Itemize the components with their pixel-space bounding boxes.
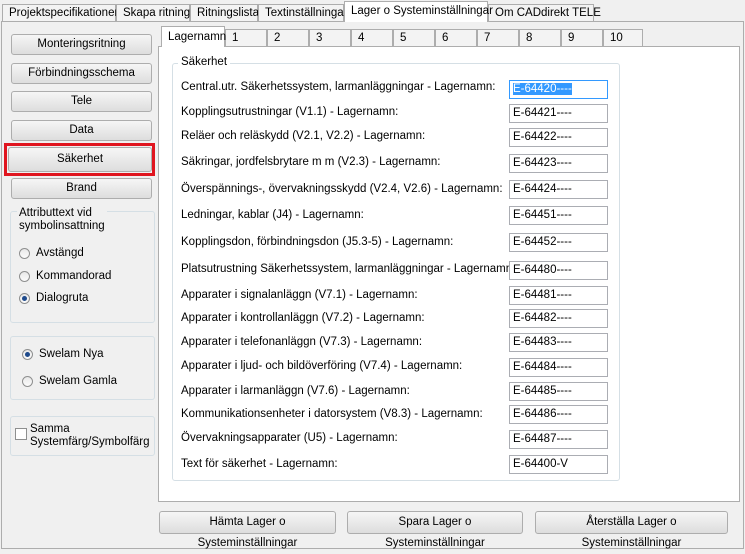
radio-dialogruta-circle[interactable] <box>19 292 30 304</box>
layer-name-value: E-64420---- <box>513 83 572 95</box>
row-label: Kommunikationsenheter i datorsystem (V8.… <box>181 408 483 420</box>
samma-systemfarg-checkbox-box[interactable] <box>15 428 27 440</box>
main-tab-bar: Projektspecifikationer Skapa ritning Rit… <box>0 0 745 22</box>
radio-avstangd-label: Avstängd <box>36 247 84 259</box>
forbindningsschema-button[interactable]: Förbindningsschema <box>11 63 152 84</box>
samma-systemfarg-checkbox[interactable] <box>15 428 27 440</box>
layer-name-input[interactable]: E-64482---- <box>509 309 608 328</box>
tab-ritningslista[interactable]: Ritningslista <box>190 4 259 21</box>
tele-button[interactable]: Tele <box>11 91 152 112</box>
layer-name-input[interactable]: E-64421---- <box>509 104 608 123</box>
row-label: Apparater i telefonanläggn (V7.3) - Lage… <box>181 336 423 348</box>
radio-dialogruta[interactable]: Dialogruta <box>19 292 88 304</box>
radio-swelam-nya-label: Swelam Nya <box>39 348 104 360</box>
monteringsritning-button[interactable]: Monteringsritning <box>11 34 152 55</box>
brand-button[interactable]: Brand <box>11 178 152 199</box>
layer-name-input[interactable]: E-64400-V <box>509 455 608 474</box>
tab-projektspecifikationer[interactable]: Projektspecifikationer <box>2 4 118 21</box>
inner-tab-7[interactable]: 7 <box>477 29 519 46</box>
layer-name-input[interactable]: E-64452---- <box>509 233 608 252</box>
layer-name-input[interactable]: E-64486---- <box>509 405 608 424</box>
layer-name-input[interactable]: E-64487---- <box>509 430 608 449</box>
tab-textinstallningar[interactable]: Textinställningar <box>258 4 347 21</box>
layer-name-input[interactable]: E-64485---- <box>509 382 608 401</box>
inner-tab-9[interactable]: 9 <box>561 29 603 46</box>
row-label: Ledningar, kablar (J4) - Lagernamn: <box>181 209 364 221</box>
row-label: Säkringar, jordfelsbrytare m m (V2.3) - … <box>181 156 441 168</box>
layer-name-input[interactable]: E-64481---- <box>509 286 608 305</box>
layer-name-input[interactable]: E-64480---- <box>509 261 608 280</box>
row-label: Övervakningsapparater (U5) - Lagernamn: <box>181 432 398 444</box>
radio-avstangd[interactable]: Avstängd <box>19 247 84 259</box>
radio-swelam-gamla-label: Swelam Gamla <box>39 375 117 387</box>
inner-tab-6[interactable]: 6 <box>435 29 477 46</box>
layer-name-input[interactable]: E-64423---- <box>509 154 608 173</box>
sakerhet-fieldset-title: Säkerhet <box>178 56 231 68</box>
radio-kommandorad-label: Kommandorad <box>36 270 112 282</box>
layer-name-input[interactable]: E-64483---- <box>509 333 608 352</box>
inner-tab-10[interactable]: 10 <box>603 29 643 46</box>
radio-dialogruta-label: Dialogruta <box>36 292 89 304</box>
aterstalla-lager-button[interactable]: Återställa Lager o Systeminställningar <box>535 511 728 549</box>
samma-systemfarg-label: Samma Systemfärg/Symbolfärg <box>30 423 150 449</box>
sakerhet-highlight-frame <box>4 143 155 176</box>
radio-kommandorad-circle[interactable] <box>19 270 30 282</box>
tab-om-caddirekt-tele[interactable]: Om CADdirekt TELE <box>488 4 601 21</box>
row-label: Platsutrustning Säkerhetssystem, larmanl… <box>181 263 516 275</box>
hamta-lager-button[interactable]: Hämta Lager o Systeminställningar <box>159 511 336 549</box>
inner-tab-lagernamn[interactable]: Lagernamn <box>161 26 226 47</box>
radio-swelam-gamla-circle[interactable] <box>22 375 33 387</box>
inner-tab-3[interactable]: 3 <box>309 29 351 46</box>
radio-swelam-nya[interactable]: Swelam Nya <box>22 348 104 360</box>
layer-name-input[interactable]: E-64424---- <box>509 180 608 199</box>
swelam-group <box>10 336 155 400</box>
row-label: Apparater i signalanläggn (V7.1) - Lager… <box>181 289 418 301</box>
radio-swelam-nya-circle[interactable] <box>22 348 33 360</box>
inner-tab-8[interactable]: 8 <box>519 29 561 46</box>
inner-tab-2[interactable]: 2 <box>267 29 309 46</box>
radio-swelam-gamla[interactable]: Swelam Gamla <box>22 375 117 387</box>
layer-name-input[interactable]: E-64484---- <box>509 358 608 377</box>
row-label: Överspännings-, övervakningsskydd (V2.4,… <box>181 183 503 195</box>
data-button[interactable]: Data <box>11 120 152 141</box>
layer-name-input[interactable]: E-64451---- <box>509 206 608 225</box>
row-label: Central.utr. Säkerhetssystem, larmanlägg… <box>181 81 496 93</box>
radio-avstangd-circle[interactable] <box>19 247 30 259</box>
checkbox-label-line1: Samma <box>30 423 70 435</box>
row-label: Apparater i ljud- och bildöverföring (V7… <box>181 360 463 372</box>
attribute-group-title-line2: symbolinsattning <box>19 220 105 232</box>
tab-skapa-ritning[interactable]: Skapa ritning <box>116 4 190 21</box>
layer-name-input[interactable]: E-64420---- <box>509 80 608 99</box>
radio-kommandorad[interactable]: Kommandorad <box>19 270 111 282</box>
inner-tab-4[interactable]: 4 <box>351 29 393 46</box>
row-label: Reläer och reläskydd (V2.1, V2.2) - Lage… <box>181 130 426 142</box>
spara-lager-button[interactable]: Spara Lager o Systeminställningar <box>347 511 523 549</box>
row-label: Kopplingsdon, förbindningsdon (J5.3-5) -… <box>181 236 454 248</box>
row-label: Kopplingsutrustningar (V1.1) - Lagernamn… <box>181 106 399 118</box>
row-label: Apparater i larmanläggn (V7.6) - Lagerna… <box>181 385 410 397</box>
layer-name-input[interactable]: E-64422---- <box>509 128 608 147</box>
checkbox-label-line2: Systemfärg/Symbolfärg <box>30 436 150 448</box>
inner-tab-5[interactable]: 5 <box>393 29 435 46</box>
tab-lager-systeminstallningar[interactable]: Lager o Systeminställningar <box>344 1 493 22</box>
inner-tab-1[interactable]: 1 <box>225 29 267 46</box>
attribute-group-title-line1: Attributtext vid <box>19 207 92 219</box>
row-label: Text för säkerhet - Lagernamn: <box>181 458 338 470</box>
row-label: Apparater i kontrollanläggn (V7.2) - Lag… <box>181 312 425 324</box>
attribute-text-group-title: Attributtext vid symbolinsattning <box>17 207 107 233</box>
